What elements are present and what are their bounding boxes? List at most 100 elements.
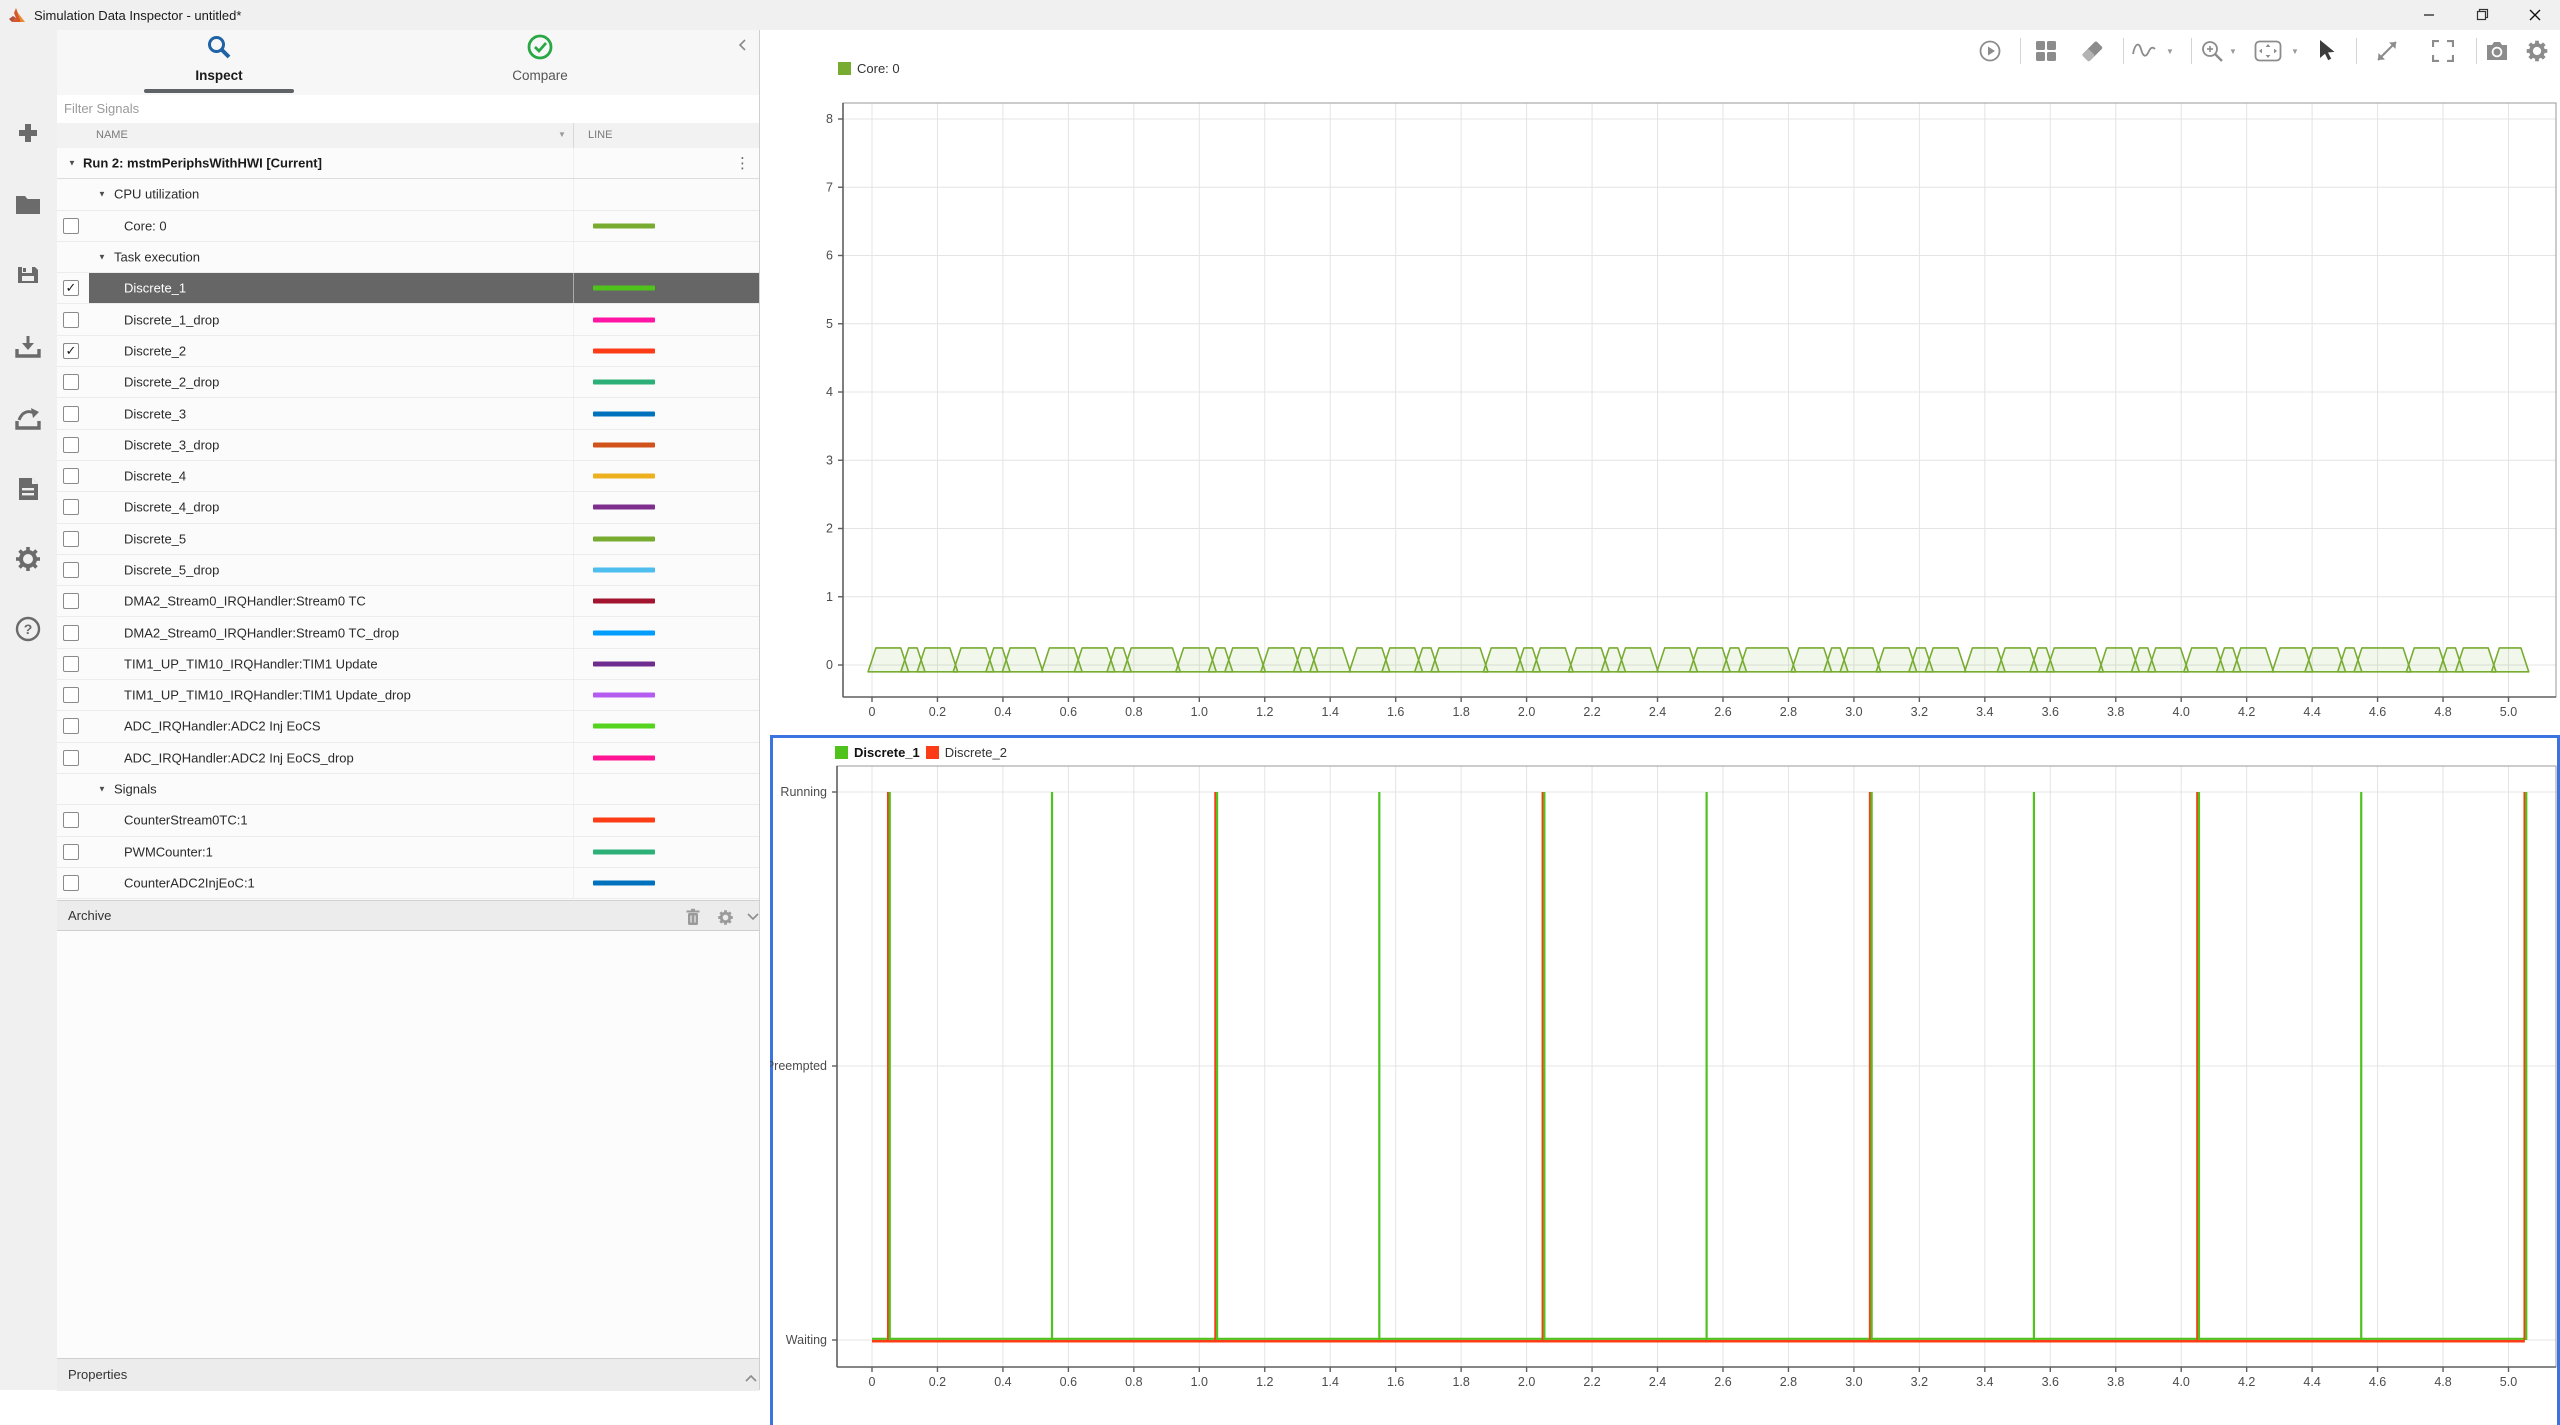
signal-checkbox[interactable] (63, 374, 79, 390)
tab-compare[interactable]: Compare (460, 34, 620, 83)
signal-wave-icon[interactable] (2129, 36, 2159, 66)
signal-row[interactable]: TIM1_UP_TIM10_IRQHandler:TIM1 Update (57, 649, 759, 680)
signal-row[interactable]: Discrete_4 (57, 461, 759, 492)
signal-checkbox[interactable] (63, 218, 79, 234)
expand-caret-icon[interactable]: ▼ (98, 190, 106, 199)
eraser-icon[interactable] (2077, 36, 2107, 66)
signal-checkbox[interactable]: ✓ (63, 343, 79, 359)
signal-line-swatch[interactable] (593, 536, 655, 541)
expand-caret-icon[interactable]: ▼ (98, 785, 106, 794)
archive-bar[interactable]: Archive (57, 900, 759, 931)
signal-line-swatch[interactable] (593, 411, 655, 416)
signal-row[interactable]: ✓Discrete_2 (57, 336, 759, 367)
gear-icon[interactable] (714, 906, 736, 928)
signal-row[interactable]: ADC_IRQHandler:ADC2 Inj EoCS_drop (57, 743, 759, 774)
signal-line-swatch[interactable] (593, 599, 655, 604)
signal-line-swatch[interactable] (593, 317, 655, 322)
signal-line-swatch[interactable] (593, 755, 655, 760)
signal-checkbox[interactable] (63, 562, 79, 578)
signal-checkbox[interactable] (63, 875, 79, 891)
layout-grid-icon[interactable] (2031, 36, 2061, 66)
signal-line-swatch[interactable] (593, 286, 655, 291)
signal-checkbox[interactable] (63, 406, 79, 422)
fit-to-view-icon[interactable] (2253, 36, 2283, 66)
signal-checkbox[interactable] (63, 499, 79, 515)
signal-line-swatch[interactable] (593, 348, 655, 353)
preferences-gear-button[interactable] (7, 538, 49, 580)
signal-checkbox[interactable] (63, 625, 79, 641)
properties-bar[interactable]: Properties (57, 1358, 759, 1391)
close-button[interactable] (2510, 0, 2560, 29)
settings-gear-icon[interactable] (2522, 36, 2552, 66)
column-name[interactable]: NAME (96, 129, 128, 141)
signal-row[interactable]: DMA2_Stream0_IRQHandler:Stream0 TC (57, 586, 759, 617)
signal-line-swatch[interactable] (593, 724, 655, 729)
filter-signals-input[interactable] (57, 95, 740, 121)
signal-checkbox[interactable]: ✓ (63, 280, 79, 296)
signal-checkbox[interactable] (63, 687, 79, 703)
fullscreen-icon[interactable] (2428, 36, 2458, 66)
run-row[interactable]: ▼Run 2: mstmPeriphsWithHWI [Current]⋮ (57, 148, 759, 179)
task-execution-plot[interactable]: RunningPreemptedWaiting00.20.40.60.81.01… (770, 735, 2560, 1425)
tab-inspect[interactable]: Inspect (139, 34, 299, 83)
expand-caret-icon[interactable]: ▼ (98, 253, 106, 262)
signal-checkbox[interactable] (63, 468, 79, 484)
signal-checkbox[interactable] (63, 718, 79, 734)
group-row[interactable]: ▼CPU utilization (57, 179, 759, 210)
signal-checkbox[interactable] (63, 593, 79, 609)
signal-line-swatch[interactable] (593, 380, 655, 385)
signal-row[interactable]: Discrete_5 (57, 524, 759, 555)
signal-checkbox[interactable] (63, 656, 79, 672)
signal-row[interactable]: TIM1_UP_TIM10_IRQHandler:TIM1 Update_dro… (57, 680, 759, 711)
minimize-button[interactable] (2404, 0, 2454, 29)
signal-checkbox[interactable] (63, 312, 79, 328)
signal-row[interactable]: Discrete_3_drop (57, 430, 759, 461)
signal-row[interactable]: Discrete_3 (57, 398, 759, 429)
signal-row[interactable]: ✓Discrete_1 (57, 273, 759, 304)
signal-row[interactable]: CounterStream0TC:1 (57, 805, 759, 836)
group-row[interactable]: ▼Signals (57, 774, 759, 805)
signal-checkbox[interactable] (63, 844, 79, 860)
expand-caret-icon[interactable]: ▼ (68, 159, 76, 168)
task-execution-chart-selected[interactable]: Discrete_1Discrete_2 RunningPreemptedWai… (770, 735, 2560, 1425)
signal-line-swatch[interactable] (593, 442, 655, 447)
collapse-panel-button[interactable] (733, 36, 751, 54)
save-button[interactable] (7, 254, 49, 296)
signal-line-swatch[interactable] (593, 223, 655, 228)
signal-line-swatch[interactable] (593, 880, 655, 885)
report-button[interactable] (7, 468, 49, 510)
signal-row[interactable]: DMA2_Stream0_IRQHandler:Stream0 TC_drop (57, 617, 759, 648)
signal-row[interactable]: CounterADC2InjEoC:1 (57, 868, 759, 899)
restore-button[interactable] (2457, 0, 2507, 29)
signal-line-swatch[interactable] (593, 849, 655, 854)
import-button[interactable] (7, 326, 49, 368)
cpu-utilization-plot[interactable]: 01234567800.20.40.60.81.01.21.41.61.82.0… (760, 70, 2560, 730)
expand-icon[interactable] (2372, 36, 2402, 66)
pointer-icon[interactable] (2312, 36, 2342, 66)
help-button[interactable]: ? (7, 608, 49, 650)
add-button[interactable] (7, 112, 49, 154)
replay-icon[interactable] (1975, 36, 2005, 66)
signal-line-swatch[interactable] (593, 818, 655, 823)
signal-row[interactable]: Core: 0 (57, 211, 759, 242)
open-folder-button[interactable] (7, 183, 49, 225)
chevron-up-icon[interactable] (740, 1367, 762, 1389)
snapshot-camera-icon[interactable] (2482, 36, 2512, 66)
signal-row[interactable]: Discrete_5_drop (57, 555, 759, 586)
signal-line-swatch[interactable] (593, 568, 655, 573)
signal-row[interactable]: Discrete_4_drop (57, 492, 759, 523)
group-row[interactable]: ▼Task execution (57, 242, 759, 273)
sort-caret-icon[interactable]: ▼ (558, 130, 566, 139)
run-options-kebab-icon[interactable]: ⋮ (735, 154, 750, 172)
signal-line-swatch[interactable] (593, 693, 655, 698)
fit-dropdown-caret[interactable]: ▼ (2291, 47, 2299, 56)
zoom-dropdown-caret[interactable]: ▼ (2229, 47, 2237, 56)
signal-line-swatch[interactable] (593, 630, 655, 635)
signal-checkbox[interactable] (63, 750, 79, 766)
signal-checkbox[interactable] (63, 437, 79, 453)
signal-line-swatch[interactable] (593, 505, 655, 510)
trash-icon[interactable] (682, 906, 704, 928)
signal-line-swatch[interactable] (593, 661, 655, 666)
signal-row[interactable]: Discrete_2_drop (57, 367, 759, 398)
signal-checkbox[interactable] (63, 812, 79, 828)
